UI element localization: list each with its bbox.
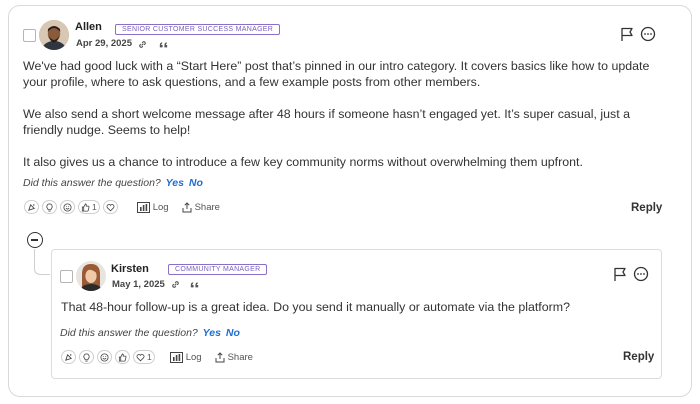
answer-feedback: Did this answer the question? Yes No [23, 177, 203, 189]
like-reaction-button[interactable] [115, 350, 130, 364]
collapse-thread-icon[interactable] [27, 232, 43, 248]
post-paragraph: We've had good luck with a “Start Here” … [23, 59, 650, 89]
link-icon[interactable] [170, 279, 181, 290]
reply-button[interactable]: Reply [631, 202, 662, 214]
celebrate-icon [28, 203, 36, 211]
more-options-icon[interactable] [633, 266, 649, 282]
answer-yes-link[interactable]: Yes [203, 327, 221, 339]
more-options-icon[interactable] [640, 26, 656, 42]
post-date: May 1, 2025 [112, 279, 165, 290]
reaction-bar: 1 Log Share [61, 350, 253, 364]
smile-icon [63, 202, 72, 212]
smile-icon [100, 352, 109, 362]
log-label: Log [185, 351, 202, 363]
answer-question-label: Did this answer the question? [60, 327, 198, 339]
link-icon[interactable] [137, 39, 148, 50]
post-date: Apr 29, 2025 [76, 38, 132, 49]
author-name[interactable]: Allen [75, 21, 102, 33]
flag-icon[interactable] [612, 266, 628, 282]
share-icon [182, 201, 192, 212]
heart-icon [136, 353, 145, 361]
post-body: We've had good luck with a “Start Here” … [23, 58, 663, 170]
heart-count: 1 [147, 352, 152, 362]
avatar[interactable] [39, 20, 69, 50]
share-icon [215, 351, 225, 362]
share-button[interactable]: Share [215, 352, 253, 363]
log-icon [169, 351, 183, 363]
share-label: Share [194, 201, 220, 213]
like-count: 1 [92, 202, 97, 212]
reply-button[interactable]: Reply [623, 351, 654, 363]
log-button[interactable]: Log [169, 351, 202, 363]
answer-question-label: Did this answer the question? [23, 177, 161, 189]
flag-icon[interactable] [619, 26, 635, 42]
smile-reaction-button[interactable] [97, 350, 112, 364]
celebrate-reaction-button[interactable] [24, 200, 39, 214]
role-badge: SENIOR CUSTOMER SUCCESS MANAGER [115, 24, 281, 35]
share-label: Share [227, 351, 253, 363]
idea-reaction-button[interactable] [79, 350, 94, 364]
answer-feedback: Did this answer the question? Yes No [60, 327, 240, 339]
answer-no-link[interactable]: No [189, 177, 203, 189]
answer-no-link[interactable]: No [226, 327, 240, 339]
quote-icon[interactable] [189, 280, 200, 291]
heart-reaction-button[interactable]: 1 [133, 350, 155, 364]
thumbs-up-icon [118, 352, 127, 362]
lightbulb-icon [83, 352, 90, 362]
avatar[interactable] [76, 261, 106, 291]
share-button[interactable]: Share [182, 202, 220, 213]
like-reaction-button[interactable]: 1 [78, 200, 100, 214]
lightbulb-icon [46, 202, 53, 212]
role-badge: COMMUNITY MANAGER [168, 264, 268, 275]
heart-reaction-button[interactable] [102, 200, 118, 214]
post-paragraph: We also send a short welcome message aft… [23, 107, 631, 137]
reaction-bar: 1 Log Share [24, 200, 220, 214]
idea-reaction-button[interactable] [42, 200, 57, 214]
log-button[interactable]: Log [136, 201, 169, 213]
log-icon [136, 201, 150, 213]
reply-select-checkbox[interactable] [60, 270, 73, 283]
post-select-checkbox[interactable] [23, 29, 36, 42]
heart-icon [106, 203, 115, 211]
thread-connector [34, 249, 50, 275]
post-paragraph: It also gives us a chance to introduce a… [23, 155, 583, 169]
answer-yes-link[interactable]: Yes [166, 177, 184, 189]
log-label: Log [152, 201, 169, 213]
celebrate-reaction-button[interactable] [61, 350, 76, 364]
smile-reaction-button[interactable] [60, 200, 75, 214]
quote-icon[interactable] [158, 40, 169, 51]
author-name[interactable]: Kirsten [111, 263, 149, 275]
thumbs-up-icon [81, 202, 90, 212]
reply-body: That 48-hour follow-up is a great idea. … [61, 300, 570, 314]
celebrate-icon [65, 353, 73, 361]
